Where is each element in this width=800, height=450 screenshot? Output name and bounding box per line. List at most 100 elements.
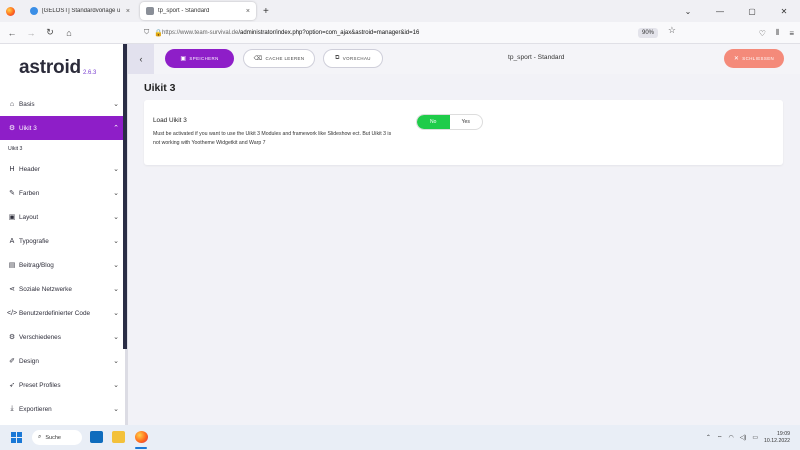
chevron-down-icon: ⌄ bbox=[113, 310, 119, 317]
chevron-down-icon: ⌄ bbox=[113, 358, 119, 365]
preview-button[interactable]: ⧉ Vorschau bbox=[323, 49, 383, 68]
close-window-button[interactable]: ✕ bbox=[768, 7, 800, 16]
forward-arrow-icon[interactable]: → bbox=[24, 28, 38, 38]
chevron-left-icon: ‹ bbox=[139, 54, 143, 64]
save-button[interactable]: ▣ Speichern bbox=[165, 49, 234, 68]
windows-start-icon[interactable] bbox=[11, 432, 22, 443]
chevron-down-icon: ⌄ bbox=[113, 190, 119, 197]
sidebar-item-label: Typografie bbox=[19, 237, 49, 245]
page-favicon-icon bbox=[146, 7, 154, 15]
settings-icon: ⚙ bbox=[8, 125, 16, 132]
sidebar-item-label: Header bbox=[19, 165, 40, 173]
outlook-icon[interactable] bbox=[90, 431, 103, 443]
tab-close-icon[interactable]: × bbox=[126, 8, 130, 15]
settings-card: Load Uikit 3 Must be activated if you wa… bbox=[144, 100, 783, 165]
sidebar-item-label: Beitrag/Blog bbox=[19, 261, 54, 269]
sidebar-subitem-uikit-3[interactable]: Uikit 3 bbox=[0, 140, 125, 157]
field-description: Must be activated if you want to use the… bbox=[153, 131, 392, 146]
menu-hamburger-icon[interactable]: ≡ bbox=[789, 29, 794, 38]
chevron-down-icon: ⌄ bbox=[113, 214, 119, 221]
reload-icon[interactable]: ↻ bbox=[43, 27, 57, 38]
chevron-up-icon[interactable]: ⌃ bbox=[706, 434, 711, 441]
browser-tab-bar: [GELÖST] Standardvorlage u × tp_sport - … bbox=[0, 0, 800, 22]
chevron-up-icon: ⌃ bbox=[113, 125, 119, 132]
sidebar-item-exportieren[interactable]: ⤓ Exportieren ⌄ bbox=[0, 397, 125, 421]
eraser-icon: ⌫ bbox=[253, 56, 263, 62]
clock-date: 10.12.2022 bbox=[764, 437, 790, 444]
volume-icon[interactable]: ◁) bbox=[740, 434, 747, 441]
sidebar-item-label: Layout bbox=[19, 213, 39, 221]
sidebar-item-typografie[interactable]: A Typografie ⌄ bbox=[0, 229, 125, 253]
rocket-icon: ➶ bbox=[9, 382, 15, 389]
browser-tab-forum[interactable]: [GELÖST] Standardvorlage u × bbox=[24, 2, 136, 20]
sidebar-item-verschiedenes[interactable]: ⚙ Verschiedenes ⌄ bbox=[0, 325, 125, 349]
new-tab-button[interactable]: + bbox=[263, 6, 269, 17]
zoom-level[interactable]: 90% bbox=[637, 28, 658, 38]
browser-tab-active[interactable]: tp_sport - Standard × bbox=[140, 2, 256, 20]
taskbar-search[interactable]: ⌕ Suche bbox=[32, 430, 82, 445]
shield-icon[interactable]: ⛉ bbox=[144, 29, 149, 37]
save-icon: ▣ bbox=[180, 56, 187, 62]
sidebar-item-layout[interactable]: ▣ Layout ⌄ bbox=[0, 205, 125, 229]
chevron-down-icon: ⌄ bbox=[113, 382, 119, 389]
sidebar-item-benutzerdefinierter-code[interactable]: </> Benutzerdefinierter Code ⌄ bbox=[0, 301, 125, 325]
library-icon[interactable]: ⫴ bbox=[776, 28, 779, 38]
firefox-taskbar-icon[interactable] bbox=[135, 431, 148, 443]
save-button-label: Speichern bbox=[189, 56, 219, 61]
browser-nav-bar: ← → ↻ ⌂ ⛉ 🔒 https://www.team-survival.de… bbox=[0, 22, 800, 44]
sidebar-item-label: Exportieren bbox=[19, 405, 52, 413]
url-bar[interactable]: ⛉ 🔒 https://www.team-survival.de/adminis… bbox=[140, 25, 680, 41]
layout-icon: ▣ bbox=[8, 214, 16, 221]
active-app-indicator bbox=[135, 447, 147, 449]
forum-favicon-icon bbox=[30, 7, 38, 15]
sidebar-item-label: Design bbox=[19, 357, 39, 365]
home-icon: ⌂ bbox=[9, 100, 15, 108]
close-button[interactable]: ✕ Schließen bbox=[724, 49, 784, 68]
sidebar-item-label: Uikit 3 bbox=[19, 124, 37, 132]
toggle-option-no[interactable]: No bbox=[417, 115, 450, 129]
toolbar-right: ♡ ⫴ ≡ bbox=[759, 22, 794, 44]
firefox-menu-button[interactable] bbox=[0, 0, 20, 22]
brush-icon: ✎ bbox=[9, 190, 15, 197]
sidebar-item-basis[interactable]: ⌂ Basis ⌄ bbox=[0, 92, 125, 116]
sidebar-item-soziale-netzwerke[interactable]: ⋖ Soziale Netzwerke ⌄ bbox=[0, 277, 125, 301]
bookmark-star-icon[interactable]: ☆ bbox=[668, 25, 676, 36]
sidebar-item-design[interactable]: ✐ Design ⌄ bbox=[0, 349, 125, 373]
sidebar-scrollbar[interactable] bbox=[123, 44, 127, 349]
heading-icon: H bbox=[9, 165, 15, 173]
pocket-icon[interactable]: ♡ bbox=[759, 29, 766, 38]
toggle-option-yes[interactable]: Yes bbox=[450, 115, 483, 129]
windows-taskbar: ⌕ Suche ⌃ ⌔ ◠ ◁) ▭ 19:09 10.12.2022 bbox=[0, 425, 800, 450]
file-explorer-icon[interactable] bbox=[112, 431, 125, 443]
tab-close-icon[interactable]: × bbox=[246, 8, 250, 15]
sidebar-item-header[interactable]: H Header ⌄ bbox=[0, 157, 125, 181]
sidebar-item-label: Soziale Netzwerke bbox=[19, 285, 72, 293]
back-arrow-icon[interactable]: ← bbox=[5, 28, 19, 38]
clear-cache-button[interactable]: ⌫ Cache leeren bbox=[243, 49, 315, 68]
home-icon[interactable]: ⌂ bbox=[62, 28, 76, 38]
sidebar-item-label: Farben bbox=[19, 189, 40, 197]
clock-time: 19:09 bbox=[777, 430, 790, 437]
load-uikit-toggle[interactable]: No Yes bbox=[416, 114, 483, 130]
clock[interactable]: 19:09 10.12.2022 bbox=[764, 431, 790, 445]
sidebar-item-farben[interactable]: ✎ Farben ⌄ bbox=[0, 181, 125, 205]
taskbar-search-label: Suche bbox=[45, 434, 61, 441]
sidebar-menu: ⌂ Basis ⌄ ⚙ Uikit 3 ⌃ Uikit 3 H Header ⌄ ✎ Farben ⌄ ▣… bbox=[0, 92, 125, 421]
lock-icon[interactable]: 🔒 bbox=[154, 29, 163, 37]
battery-icon[interactable]: ▭ bbox=[752, 434, 758, 441]
sidebar-item-preset-profiles[interactable]: ➶ Preset Profiles ⌄ bbox=[0, 373, 125, 397]
tab-list-button[interactable]: ⌄ bbox=[672, 7, 704, 16]
chevron-down-icon: ⌄ bbox=[113, 334, 119, 341]
cogs-icon: ⚙ bbox=[8, 334, 16, 341]
sidebar-item-label: Basis bbox=[19, 100, 35, 108]
sidebar-item-uikit-3[interactable]: ⚙ Uikit 3 ⌃ bbox=[0, 116, 125, 140]
collapse-sidebar-button[interactable]: ‹ bbox=[128, 44, 154, 74]
network-icon[interactable]: ⌔ bbox=[717, 434, 723, 442]
chevron-down-icon: ⌄ bbox=[113, 166, 119, 173]
sidebar-item-beitrag-blog[interactable]: ▤ Beitrag/Blog ⌄ bbox=[0, 253, 125, 277]
system-tray: ⌃ ⌔ ◠ ◁) ▭ 19:09 10.12.2022 bbox=[706, 425, 790, 450]
code-icon: </> bbox=[7, 309, 18, 317]
wifi-icon[interactable]: ◠ bbox=[728, 434, 733, 441]
minimize-button[interactable]: — bbox=[704, 7, 736, 16]
maximize-button[interactable]: ▢ bbox=[736, 7, 768, 16]
